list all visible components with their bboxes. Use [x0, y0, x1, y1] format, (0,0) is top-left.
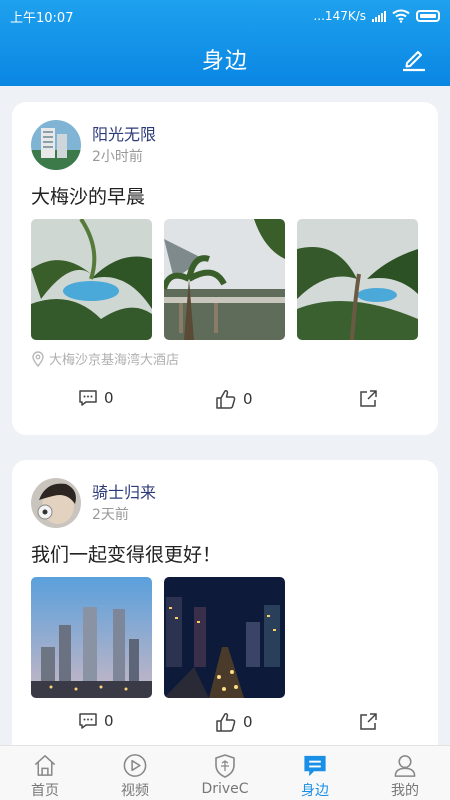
comment-button[interactable]: 0: [78, 712, 114, 730]
bottom-tab-bar: 首页 视频 DriveC 身边 我的: [0, 745, 450, 800]
like-button[interactable]: 0: [215, 712, 253, 732]
post-author[interactable]: 阳光无限: [92, 121, 156, 145]
post-card[interactable]: 骑士归来 2天前 我们一起变得很更好！ 0 0: [12, 460, 438, 745]
photo-thumbnail[interactable]: [31, 577, 152, 698]
page-title: 身边: [201, 49, 248, 74]
like-count: 0: [243, 713, 253, 731]
share-button[interactable]: [358, 712, 378, 732]
post-location[interactable]: 大梅沙京基海湾大酒店: [31, 349, 179, 368]
share-icon: [360, 713, 377, 730]
avatar[interactable]: [31, 478, 81, 528]
tab-label: 首页: [31, 783, 59, 799]
comment-icon: [79, 390, 97, 406]
post-time: 2小时前: [92, 149, 143, 165]
comment-count: 0: [104, 389, 114, 407]
tab-label: 我的: [391, 783, 419, 799]
thumbs-up-icon: [216, 389, 236, 409]
photo-thumbnail[interactable]: [164, 577, 285, 698]
tab-nearby[interactable]: 身边: [270, 746, 360, 800]
home-icon: [34, 755, 56, 776]
tab-drivec[interactable]: DriveC: [180, 746, 270, 800]
photo-grid: [31, 219, 418, 340]
tab-mine[interactable]: 我的: [360, 746, 450, 800]
comment-icon: [79, 713, 97, 729]
signal-icon: [372, 10, 386, 22]
tab-home[interactable]: 首页: [0, 746, 90, 800]
post-text: 大梅沙的早晨: [31, 186, 146, 208]
photo-thumbnail[interactable]: [164, 219, 285, 340]
status-time: 上午10:07: [10, 10, 74, 26]
edit-icon[interactable]: [400, 44, 428, 72]
post-time: 2天前: [92, 507, 129, 523]
play-icon: [123, 754, 147, 777]
share-button[interactable]: [358, 389, 378, 409]
like-button[interactable]: 0: [215, 389, 253, 409]
user-icon: [394, 755, 416, 777]
shield-icon: [215, 754, 235, 778]
post-card[interactable]: 阳光无限 2小时前 大梅沙的早晨 大梅沙京基海湾大酒店 0 0: [12, 102, 438, 435]
photo-thumbnail[interactable]: [31, 219, 152, 340]
tab-label: 视频: [121, 783, 149, 799]
status-indicators: ...147K/s: [313, 9, 440, 23]
like-count: 0: [243, 390, 253, 408]
wifi-icon: [392, 9, 410, 23]
post-text: 我们一起变得很更好！: [31, 544, 222, 566]
nav-bar: 身边: [0, 32, 450, 86]
location-pin-icon: [32, 350, 44, 367]
photo-thumbnail[interactable]: [297, 219, 418, 340]
post-actions: 0 0: [12, 389, 438, 419]
post-actions: 0 0: [12, 712, 438, 742]
feed[interactable]: 阳光无限 2小时前 大梅沙的早晨 大梅沙京基海湾大酒店 0 0 骑士归来 2天前…: [0, 86, 450, 745]
network-speed: ...147K/s: [313, 9, 366, 23]
location-label: 大梅沙京基海湾大酒店: [49, 353, 180, 368]
photo-grid: [31, 577, 285, 698]
thumbs-up-icon: [216, 712, 236, 732]
post-author[interactable]: 骑士归来: [92, 479, 156, 503]
tab-label: DriveC: [201, 781, 249, 797]
battery-icon: [416, 10, 440, 22]
tab-video[interactable]: 视频: [90, 746, 180, 800]
top-bar: 上午10:07 ...147K/s 身边: [0, 0, 450, 86]
comment-button[interactable]: 0: [78, 389, 114, 407]
comment-count: 0: [104, 712, 114, 730]
chat-list-icon: [304, 755, 326, 777]
avatar[interactable]: [31, 120, 81, 170]
status-bar: 上午10:07 ...147K/s: [0, 0, 450, 32]
tab-label: 身边: [301, 783, 329, 799]
share-icon: [360, 390, 377, 407]
